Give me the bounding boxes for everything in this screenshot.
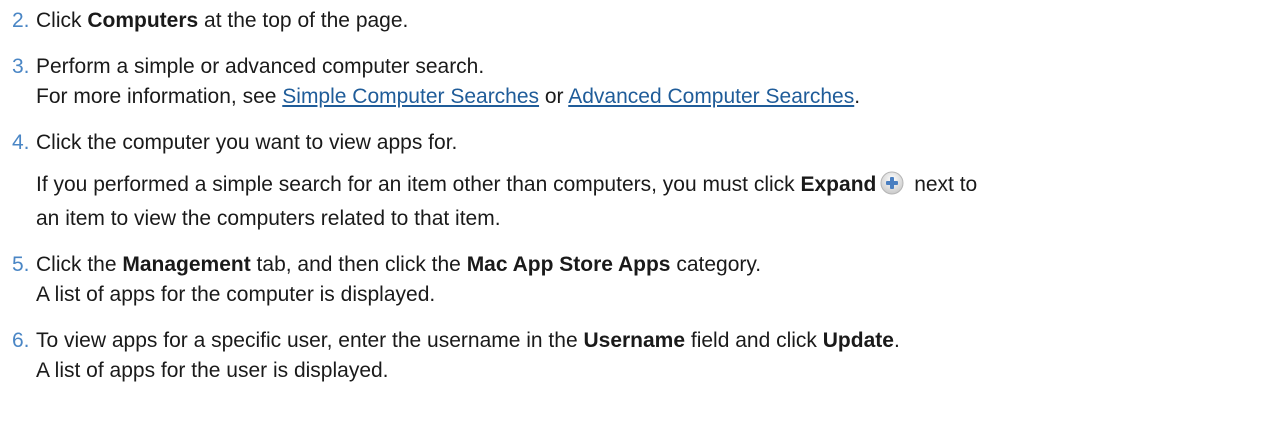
link-advanced-computer-searches[interactable]: Advanced Computer Searches	[568, 85, 854, 108]
ui-term-username: Username	[583, 329, 686, 352]
text-segment: next to	[908, 173, 978, 196]
procedure-steps: 2. Click Computers at the top of the pag…	[12, 6, 1277, 386]
ui-term-computers: Computers	[87, 9, 199, 32]
text-segment: Click the	[36, 253, 123, 276]
step-text: Perform a simple or advanced computer se…	[36, 55, 485, 78]
text-segment: or	[539, 85, 569, 108]
step-result: A list of apps for the user is displayed…	[36, 359, 389, 382]
step-6: 6. To view apps for a specific user, ent…	[12, 326, 1277, 386]
text-segment: .	[854, 85, 861, 108]
link-simple-computer-searches[interactable]: Simple Computer Searches	[282, 85, 539, 108]
text-segment: at the top of the page.	[198, 9, 409, 32]
step-5: 5. Click the Management tab, and then cl…	[12, 250, 1277, 310]
step-subtext: For more information, see Simple Compute…	[36, 82, 1277, 112]
text-segment: category.	[670, 253, 762, 276]
step-number: 4.	[12, 131, 30, 154]
text-segment: Click	[36, 9, 88, 32]
note-line-2: an item to view the computers related to…	[36, 207, 501, 230]
ui-term-expand: Expand	[800, 173, 877, 196]
step-4: 4. Click the computer you want to view a…	[12, 128, 1277, 234]
ui-term-update: Update	[822, 329, 894, 352]
step-number: 6.	[12, 329, 30, 352]
step-3: 3. Perform a simple or advanced computer…	[12, 52, 1277, 112]
step-number: 3.	[12, 55, 30, 78]
ui-term-mac-app-store-apps: Mac App Store Apps	[466, 253, 671, 276]
text-segment: For more information, see	[36, 85, 283, 108]
step-text: To view apps for a specific user, enter …	[36, 326, 1277, 356]
step-result: A list of apps for the computer is displ…	[36, 283, 436, 306]
step-text: Click the Management tab, and then click…	[36, 250, 1277, 280]
text-segment: field and click	[685, 329, 823, 352]
step-number: 5.	[12, 253, 30, 276]
ui-term-management: Management	[122, 253, 251, 276]
step-2: 2. Click Computers at the top of the pag…	[12, 6, 1277, 36]
text-segment: tab, and then click the	[250, 253, 467, 276]
note-line-1: If you performed a simple search for an …	[36, 170, 1277, 204]
text-segment: .	[893, 329, 900, 352]
plus-circle-icon	[880, 171, 904, 204]
text-segment: To view apps for a specific user, enter …	[36, 329, 584, 352]
step-number: 2.	[12, 9, 30, 32]
text-segment: If you performed a simple search for an …	[36, 173, 801, 196]
step-text: Click Computers at the top of the page.	[36, 6, 1277, 36]
step-note: If you performed a simple search for an …	[36, 170, 1277, 234]
step-text: Click the computer you want to view apps…	[36, 131, 458, 154]
